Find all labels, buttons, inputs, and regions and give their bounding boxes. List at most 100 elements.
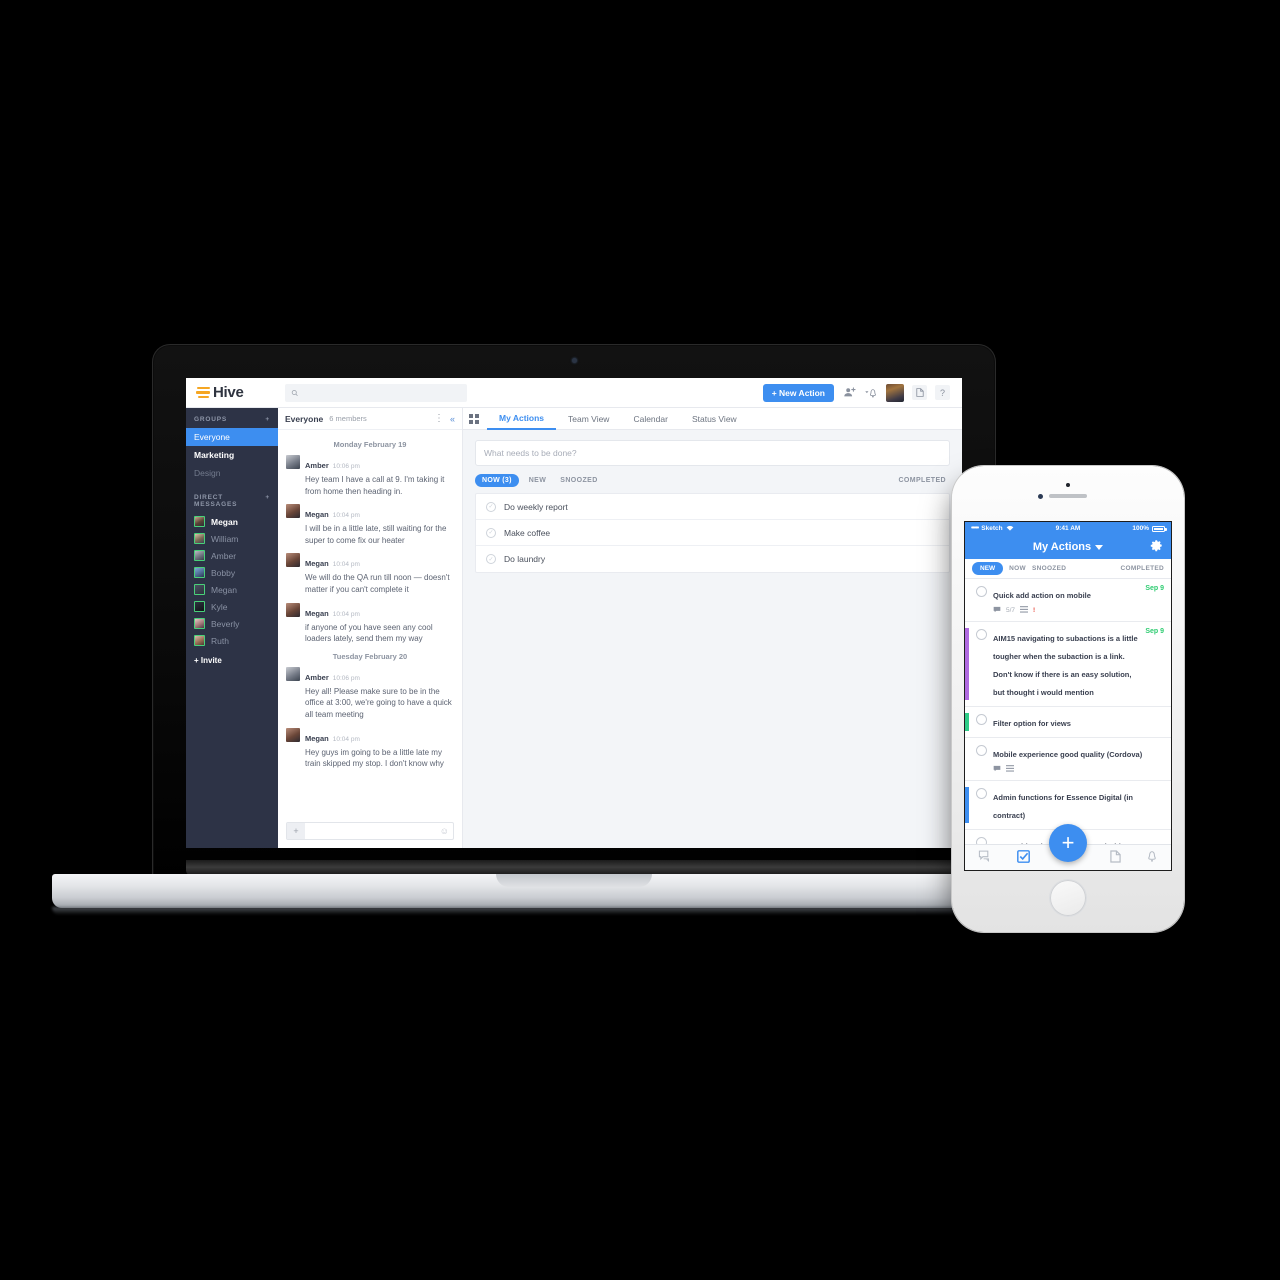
phone-action-row[interactable]: Filter option for views [965,707,1171,738]
avatar [286,553,300,568]
phone-action-row[interactable]: Admin functions for Essence Digital (in … [965,781,1171,830]
document-icon[interactable] [912,385,927,400]
actions-panel: My Actions Team View Calendar Status Vie… [463,408,962,848]
tab-my-actions[interactable]: My Actions [487,408,557,430]
checkbox-icon[interactable] [976,586,987,597]
message-time: 10:04 pm [332,610,360,618]
checkbox-icon[interactable] [976,714,987,725]
row-color-bar [965,628,969,700]
search-input[interactable] [303,388,461,397]
phone-action-row[interactable]: AIM15 navigating to subactions is a litt… [965,622,1171,707]
row-title: Quick add action on mobile [993,591,1091,600]
phone-action-row[interactable]: Quick add action on mobile 5/7 ! Sep 9 [965,579,1171,622]
row-color-bar [965,744,969,774]
phone-title[interactable]: My Actions [1033,541,1091,553]
kebab-menu-icon[interactable]: ⋮ [434,413,444,423]
phone-filter-new[interactable]: NEW [972,562,1004,575]
row-content: AIM15 navigating to subactions is a litt… [993,628,1139,700]
phone-action-row[interactable]: Mobile experience good quality (Cordova) [965,738,1171,781]
row-content: Mobile experience good quality (Cordova) [993,744,1158,774]
add-group-icon[interactable]: + [265,416,270,423]
phone-device: ••••• Sketch 9:41 AM 100% My Actions NEW… [952,466,1184,934]
dm-item-beverly[interactable]: Beverly [186,615,278,632]
action-row[interactable]: ✓ Do laundry [476,546,949,572]
laptop-base [52,874,1096,908]
subtask-count: 5/7 [1006,607,1016,614]
add-dm-icon[interactable]: + [265,494,270,508]
dm-item-megan-2[interactable]: Megan [186,581,278,598]
invite-button[interactable]: + Invite [186,649,278,672]
sidebar-item-design[interactable]: Design [186,464,278,482]
dm-item-ruth[interactable]: Ruth [186,632,278,649]
chat-message: Megan 10:04 pm if anyone of you have seen… [286,602,454,645]
message-text: if anyone of you have seen any cool load… [305,622,433,644]
dm-item-amber[interactable]: Amber [186,547,278,564]
dm-header-label: DIRECT MESSAGES [194,494,238,508]
dm-label: William [211,533,239,544]
battery-icon [1152,525,1167,532]
tab-status-view[interactable]: Status View [680,408,749,430]
add-person-icon[interactable] [842,386,856,400]
hive-logo-text: Hive [213,384,244,401]
message-time: 10:04 pm [332,512,360,520]
chat-messages: Monday February 19 Amber 10:06 pm Hey tea… [278,430,462,814]
chat-bubble-icon[interactable] [978,850,992,865]
tab-team-view[interactable]: Team View [556,408,621,430]
filter-snoozed[interactable]: SNOOZED [556,477,601,484]
message-author: Megan [305,510,329,520]
phone-filter-now[interactable]: NOW [1009,565,1026,572]
app-body: GROUPS + Everyone Marketing Design DIREC… [186,408,962,848]
dm-item-bobby[interactable]: Bobby [186,564,278,581]
phone-filter-snoozed[interactable]: SNOOZED [1032,565,1066,572]
help-icon[interactable]: ? [935,385,950,400]
day-separator: Monday February 19 [333,440,407,449]
document-icon[interactable] [1110,849,1121,866]
checkbox-icon[interactable] [976,788,987,799]
filter-new[interactable]: NEW [525,477,551,484]
row-title: AIM15 navigating to subactions is a litt… [993,634,1138,697]
dm-item-william[interactable]: William [186,530,278,547]
grid-view-icon[interactable] [469,413,479,424]
dm-label: Megan [211,584,237,595]
tab-calendar[interactable]: Calendar [621,408,680,430]
row-date: Sep 9 [1145,628,1164,635]
check-circle-icon[interactable]: ✓ [486,501,496,512]
action-row[interactable]: ✓ Do weekly report [476,494,949,520]
bell-icon[interactable] [1146,850,1158,866]
checkbox-icon[interactable] [976,629,987,640]
phone-filter-completed[interactable]: COMPLETED [1120,565,1164,572]
filter-completed[interactable]: COMPLETED [894,477,950,484]
user-avatar[interactable] [886,383,904,402]
attach-plus-icon[interactable]: + [287,823,305,839]
new-action-input[interactable]: What needs to be done? [475,440,950,466]
check-circle-icon[interactable]: ✓ [486,554,496,564]
screenshot-stage: Hive + New Action ? GROUPS + Everyone Ma… [0,0,1280,1280]
add-action-fab[interactable]: + [1049,824,1087,862]
chat-title: Everyone [285,413,324,424]
checkbox-icon[interactable] [1016,849,1030,866]
composer-input[interactable]: ☺ [305,823,453,839]
hive-logo[interactable]: Hive [196,384,281,401]
chevron-down-icon[interactable] [1095,544,1104,550]
action-row[interactable]: ✓ Make coffee [476,520,949,546]
bell-icon[interactable] [864,386,878,400]
dm-item-kyle[interactable]: Kyle [186,598,278,615]
emoji-icon[interactable]: ☺ [440,826,449,836]
collapse-left-icon[interactable]: « [450,414,455,424]
gear-icon[interactable] [1150,539,1163,555]
phone-navbar: My Actions [965,535,1171,559]
phone-home-button[interactable] [1050,880,1086,916]
new-action-button[interactable]: + New Action [762,383,834,402]
search-icon [291,389,298,396]
chat-message: Megan 10:04 pm Hey guys im going to be a … [286,727,454,770]
checkbox-icon[interactable] [976,745,987,756]
check-circle-icon[interactable]: ✓ [486,527,496,538]
avatar [194,601,205,612]
filter-now[interactable]: NOW (3) [475,474,519,487]
sidebar-item-everyone[interactable]: Everyone [186,428,278,446]
global-search[interactable] [285,383,467,402]
sidebar-item-marketing[interactable]: Marketing [186,446,278,464]
phone-body: ••••• Sketch 9:41 AM 100% My Actions NEW… [952,466,1184,932]
dm-item-megan[interactable]: Megan [186,513,278,530]
message-time: 10:06 pm [332,463,360,470]
